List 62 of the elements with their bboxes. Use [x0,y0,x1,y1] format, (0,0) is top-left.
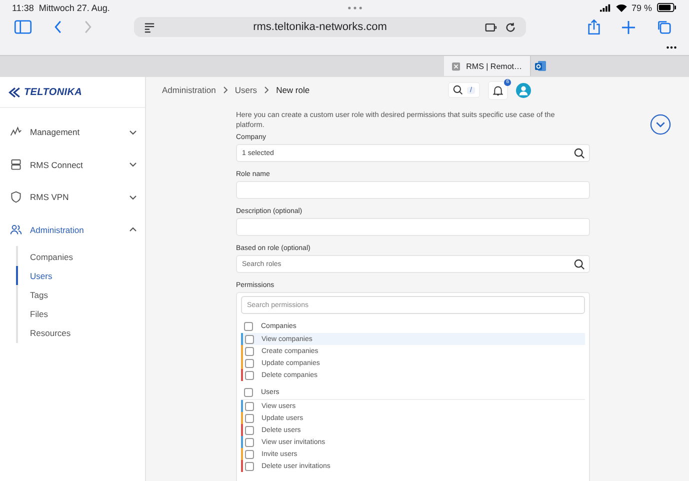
menu-item[interactable]: RMS VPN [0,181,145,214]
input-field[interactable] [236,181,590,199]
sidebar-icon[interactable] [14,20,32,34]
tabs-icon[interactable] [657,20,671,34]
submenu-item[interactable]: Resources [16,323,145,342]
avatar-icon[interactable] [516,82,531,98]
menu-item[interactable]: Management [0,116,145,148]
checkbox[interactable] [244,438,254,446]
chevron-icon [264,86,270,94]
wifi-icon [616,4,626,12]
breadcrumb-link[interactable]: Users [234,85,258,95]
checkbox[interactable] [244,322,253,330]
collapse-icon[interactable] [650,114,671,135]
status-time: 11:38 [12,2,34,12]
submenu-item[interactable]: Tags [16,285,145,304]
checkbox[interactable] [244,462,254,470]
checkbox[interactable] [244,388,253,396]
checkbox[interactable] [244,426,254,434]
checkbox[interactable] [244,358,254,368]
battery-level: 79 % [632,2,652,12]
menu-item[interactable]: Administration [0,214,145,246]
url-text: rms.teltonika-networks.com [253,21,387,33]
address-bar[interactable]: rms.teltonika-networks.com [134,17,526,37]
logo-icon [8,86,22,98]
checkbox[interactable] [244,402,254,410]
signal-icon [600,4,610,12]
server-icon [10,158,22,171]
chevron-icon [222,86,228,94]
battery-icon [657,3,678,12]
checkbox[interactable] [244,370,254,380]
browser-tab[interactable]: RMS | Remot… [444,56,530,76]
logo-text: TELTONIKA [24,86,82,98]
input-field[interactable] [236,218,590,236]
chevron-icon [129,128,137,136]
users-icon [10,224,22,236]
close-icon[interactable] [452,62,460,70]
checkbox[interactable] [244,346,254,356]
chevron-icon [129,161,137,168]
chevron-icon [129,194,137,201]
checkbox[interactable] [244,450,254,458]
submenu-item[interactable]: Companies [16,247,145,266]
submenu-item[interactable]: Files [16,304,145,323]
chart-icon [10,126,22,138]
checkbox[interactable] [244,414,254,422]
chevron-icon [129,226,137,234]
forward-icon[interactable] [84,20,92,34]
search-icon [453,85,464,95]
checkbox[interactable] [244,334,254,344]
plus-icon[interactable] [622,20,635,34]
status-date: Mittwoch 27. Aug. [38,2,110,12]
back-icon[interactable] [54,20,62,34]
search-icon[interactable] [574,259,585,270]
share-icon[interactable] [588,19,600,35]
bell-icon [493,84,503,96]
mail-app-icon[interactable] [535,60,546,72]
shield-icon [10,191,22,204]
more-icon[interactable] [666,46,677,48]
search-icon[interactable] [574,148,585,159]
breadcrumb-link[interactable]: Administration [162,85,216,95]
page-menu-icon[interactable] [144,22,155,32]
menu-item[interactable]: RMS Connect [0,148,145,181]
reload-icon[interactable] [505,22,516,32]
